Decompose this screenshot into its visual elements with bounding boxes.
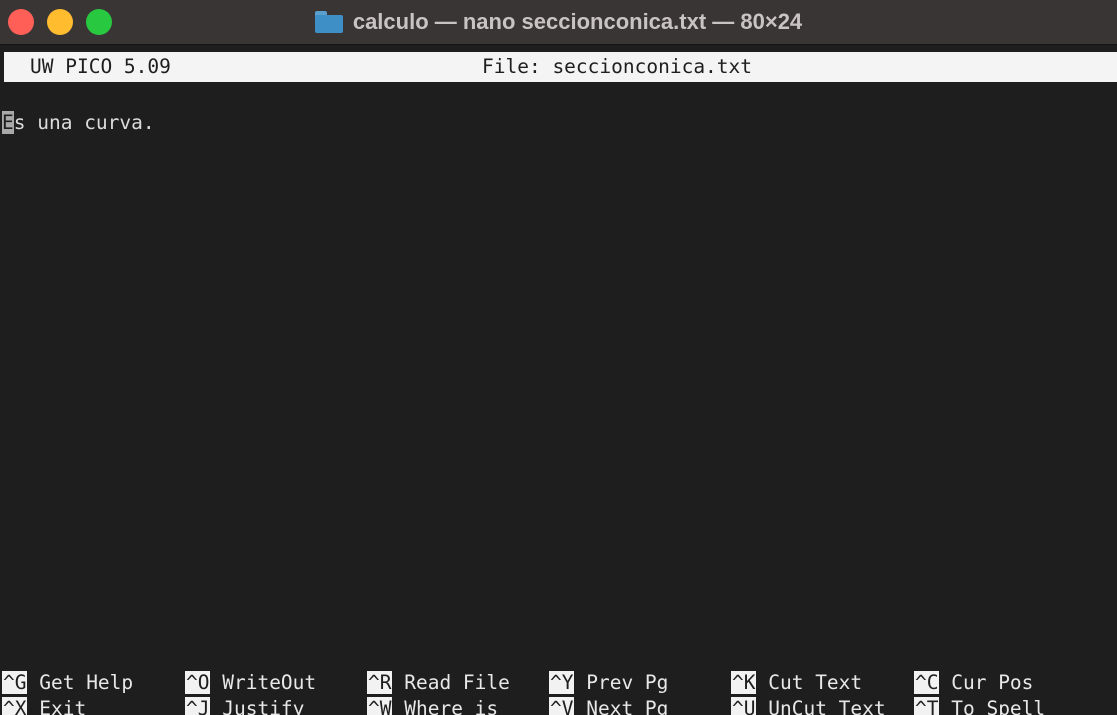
shortcut-label: Prev Pg — [586, 671, 669, 694]
shortcut-label: Where is — [404, 697, 499, 715]
close-button[interactable] — [8, 9, 34, 35]
shortcut-label: WriteOut — [222, 671, 317, 694]
title-bar[interactable]: calculo — nano seccionconica.txt — 80×24 — [0, 0, 1117, 45]
shortcut-label: Next Pg — [586, 697, 669, 715]
shortcut-label: UnCut Text — [768, 697, 886, 715]
shortcut-justify: ^J Justify — [185, 697, 304, 715]
shortcut-label: Read File — [404, 671, 510, 694]
shortcut-key: ^U — [731, 697, 757, 715]
shortcut-key: ^Y — [549, 671, 575, 694]
shortcut-label: Exit — [39, 697, 87, 715]
shortcut-key: ^X — [2, 697, 28, 715]
terminal-window: calculo — nano seccionconica.txt — 80×24… — [0, 0, 1117, 715]
shortcut-key: ^G — [2, 671, 28, 694]
shortcut-get-help: ^G Get Help — [2, 671, 133, 697]
shortcut-label: Justify — [222, 697, 305, 715]
shortcut-to-spell: ^T To Spell — [914, 697, 1045, 715]
shortcut-label: Get Help — [39, 671, 134, 694]
shortcut-exit: ^X Exit — [2, 697, 86, 715]
shortcut-key: ^J — [185, 697, 211, 715]
folder-icon — [314, 11, 343, 33]
shortcut-key: ^R — [367, 671, 393, 694]
file-name-label: File: seccionconica.txt — [482, 55, 753, 78]
zoom-button[interactable] — [86, 9, 112, 35]
shortcut-prev-pg: ^Y Prev Pg — [549, 671, 668, 697]
shortcut-where-is: ^W Where is — [367, 697, 498, 715]
shortcut-key: ^C — [914, 671, 940, 694]
shortcut-key: ^K — [731, 671, 757, 694]
minimize-button[interactable] — [47, 9, 73, 35]
shortcut-next-pg: ^V Next Pg — [549, 697, 668, 715]
text-cursor: E — [2, 111, 14, 134]
document-text[interactable]: Es una curva. — [2, 111, 155, 134]
shortcut-key: ^W — [367, 697, 393, 715]
shortcut-label: To Spell — [951, 697, 1046, 715]
window-title: calculo — nano seccionconica.txt — 80×24 — [352, 9, 803, 34]
shortcut-key: ^T — [914, 697, 940, 715]
shortcut-writeout: ^O WriteOut — [185, 671, 316, 697]
terminal-area[interactable]: UW PICO 5.09 File: seccionconica.txt Es … — [0, 45, 1117, 715]
window-title-group: calculo — nano seccionconica.txt — 80×24 — [0, 0, 1117, 44]
shortcut-read-file: ^R Read File — [367, 671, 510, 697]
shortcut-cur-pos: ^C Cur Pos — [914, 671, 1033, 697]
shortcut-label: Cur Pos — [951, 671, 1034, 694]
shortcut-key: ^O — [185, 671, 211, 694]
editor-version: UW PICO 5.09 — [30, 55, 171, 78]
editor-header: UW PICO 5.09 File: seccionconica.txt — [4, 52, 1117, 82]
shortcut-label: Cut Text — [768, 671, 863, 694]
shortcut-key: ^V — [549, 697, 575, 715]
shortcut-uncut-text: ^U UnCut Text — [731, 697, 886, 715]
document-text-line: s una curva. — [13, 111, 155, 134]
shortcut-cut-text: ^K Cut Text — [731, 671, 862, 697]
